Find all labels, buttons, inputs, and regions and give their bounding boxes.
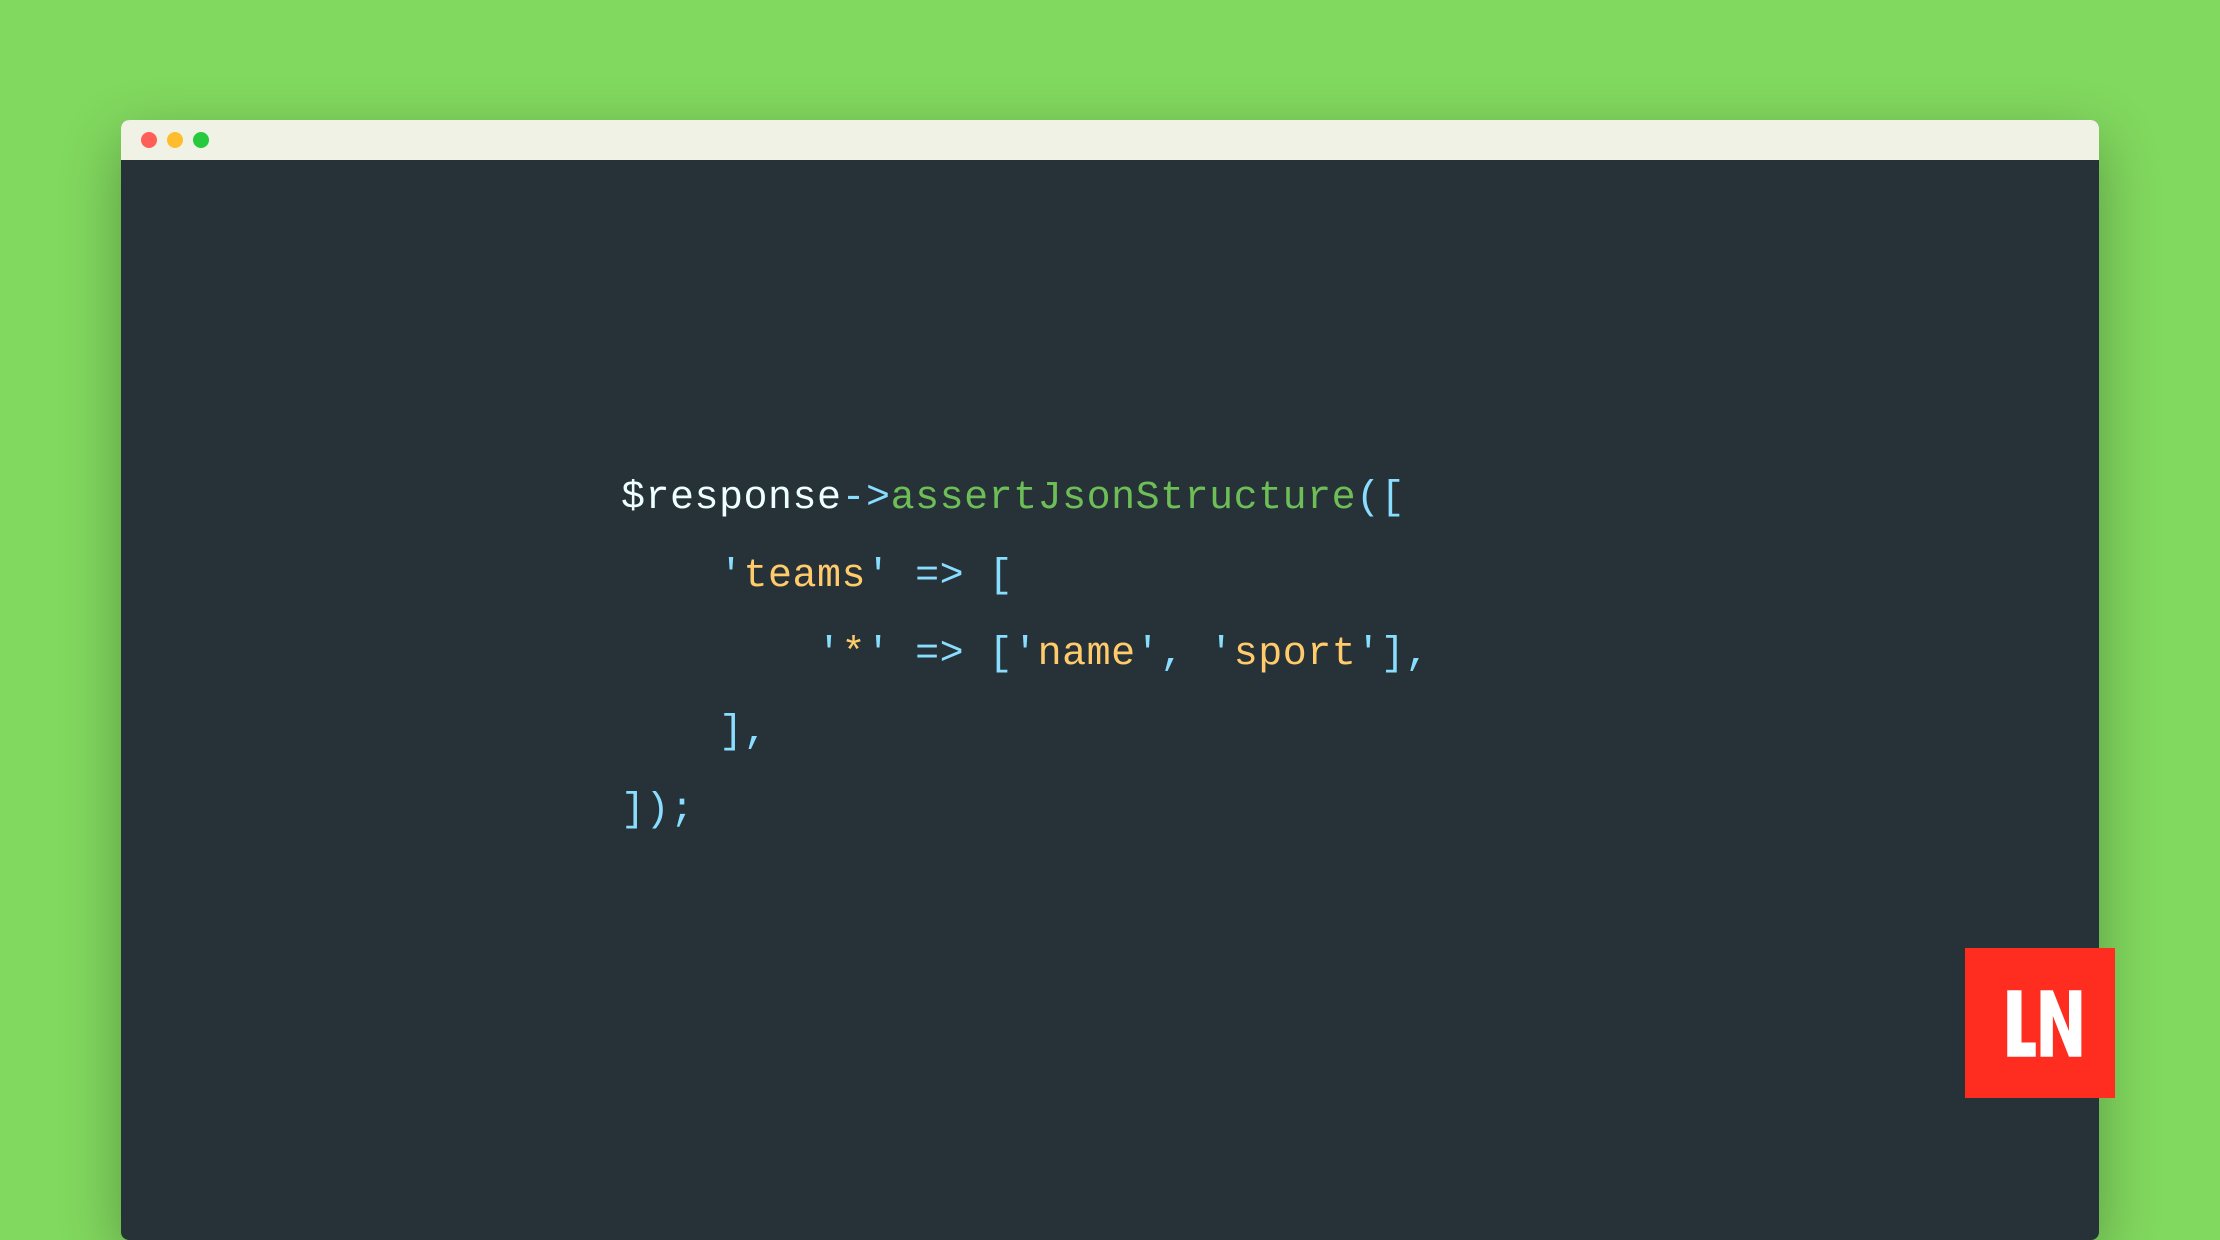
string-token: sport — [1234, 632, 1357, 677]
fat-arrow-token: => — [891, 554, 989, 599]
bracket-token: [ — [989, 554, 1014, 599]
comma-token: , — [1160, 632, 1209, 677]
laravel-news-logo — [1965, 948, 2115, 1098]
bracket-token: ], — [719, 710, 768, 755]
indent — [621, 710, 719, 755]
quote-token: ' — [866, 632, 891, 677]
code-window: $response->assertJsonStructure([ 'teams'… — [121, 120, 2099, 1240]
code-line-5: ]); — [621, 772, 2099, 850]
ln-logo-icon — [1993, 976, 2088, 1071]
quote-token: ' — [1356, 632, 1381, 677]
quote-token: ' — [1209, 632, 1234, 677]
window-titlebar — [121, 120, 2099, 160]
code-line-1: $response->assertJsonStructure([ — [621, 460, 2099, 538]
arrow-token: -> — [842, 476, 891, 521]
code-line-2: 'teams' => [ — [621, 538, 2099, 616]
bracket-token: ], — [1381, 632, 1430, 677]
variable-token: $response — [621, 476, 842, 521]
code-line-4: ], — [621, 694, 2099, 772]
quote-token: ' — [1013, 632, 1038, 677]
quote-token: ' — [817, 632, 842, 677]
string-token: teams — [744, 554, 867, 599]
bracket-token: ]); — [621, 788, 695, 833]
quote-token: ' — [866, 554, 891, 599]
method-token: assertJsonStructure — [891, 476, 1357, 521]
string-token: * — [842, 632, 867, 677]
minimize-button[interactable] — [167, 132, 183, 148]
close-button[interactable] — [141, 132, 157, 148]
bracket-token: [ — [989, 632, 1014, 677]
indent — [621, 554, 719, 599]
quote-token: ' — [719, 554, 744, 599]
bracket-token: ([ — [1356, 476, 1405, 521]
indent — [621, 632, 817, 677]
maximize-button[interactable] — [193, 132, 209, 148]
string-token: name — [1038, 632, 1136, 677]
code-line-3: '*' => ['name', 'sport'], — [621, 616, 2099, 694]
quote-token: ' — [1136, 632, 1161, 677]
code-editor: $response->assertJsonStructure([ 'teams'… — [121, 160, 2099, 1240]
fat-arrow-token: => — [891, 632, 989, 677]
